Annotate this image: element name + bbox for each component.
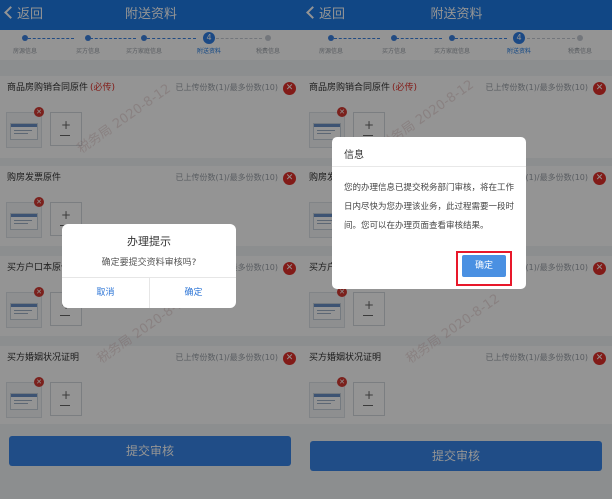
left-screen: 返回 附送资料 4 房源信息 买方信息 买方家庭信息 附送资料 税费信息 商品房… xyxy=(0,0,302,499)
dialog-message: 确定要提交资料审核吗? xyxy=(101,258,197,268)
cancel-button[interactable]: 取消 xyxy=(62,278,149,308)
dialog-title: 办理提示 xyxy=(127,235,171,248)
confirm-button[interactable]: 确定 xyxy=(150,278,236,308)
confirm-dialog: 办理提示 确定要提交资料审核吗? 取消 确定 xyxy=(62,224,236,308)
dialog-divider xyxy=(332,166,526,167)
highlight-box xyxy=(456,251,512,286)
dialog-message: 您的办理信息已提交税务部门审核，将在工作日内尽快为您办理该业务，此过程需要一段时… xyxy=(344,183,515,231)
dialog-title: 信息 xyxy=(344,150,364,161)
